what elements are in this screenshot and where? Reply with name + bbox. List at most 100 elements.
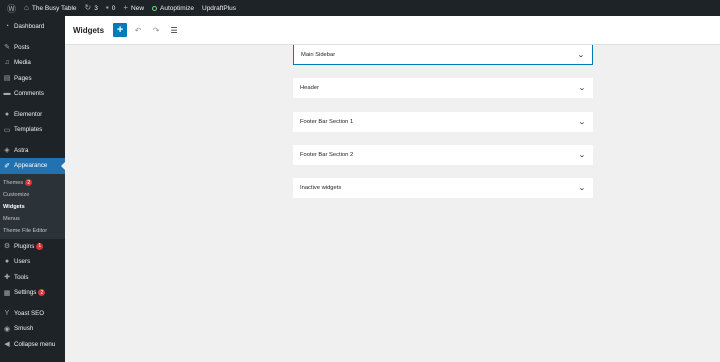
menu-dashboard[interactable]: ◔ Dashboard: [0, 19, 65, 35]
menu-label: Appearance: [14, 162, 48, 170]
widget-area-footer-bar-section-2[interactable]: Footer Bar Section 2 ⌄: [293, 145, 593, 165]
templates-folder-icon: ▭: [3, 126, 11, 134]
widget-area-title: Inactive widgets: [300, 185, 342, 191]
menu-label: Settings: [14, 289, 37, 297]
menu-label: Pages: [14, 74, 32, 82]
widget-area-inactive-widgets[interactable]: Inactive widgets ⌄: [293, 178, 593, 198]
plus-icon: +: [123, 3, 129, 12]
menu-label: Users: [14, 258, 31, 266]
menu-yoast-seo[interactable]: Y Yoast SEO: [0, 306, 65, 322]
updates-count: 3: [94, 4, 98, 12]
widget-area-main-sidebar[interactable]: Main Sidebar ⌄: [293, 45, 593, 65]
update-badge: 2: [38, 289, 46, 297]
widget-area-footer-bar-section-1[interactable]: Footer Bar Section 1 ⌄: [293, 112, 593, 132]
chevron-down-icon[interactable]: ⌄: [578, 118, 586, 126]
submenu-themes[interactable]: Themes 2: [0, 177, 65, 189]
yoast-icon: Y: [4, 309, 10, 317]
comments-link[interactable]: ▪ 0: [102, 0, 119, 16]
menu-label: Media: [14, 59, 31, 67]
chevron-down-icon[interactable]: ⌄: [577, 51, 585, 59]
pages-icon: ▤: [3, 75, 11, 83]
list-view-icon: ☰: [170, 25, 178, 35]
page-title: Widgets: [73, 25, 105, 35]
menu-label: Smush: [14, 325, 34, 333]
appearance-submenu: Themes 2 Customize Widgets Menus Theme F…: [0, 173, 65, 239]
collapse-arrow-icon: ◀: [4, 341, 10, 349]
submenu-customize[interactable]: Customize: [0, 189, 65, 201]
collapse-menu-button[interactable]: ◀ Collapse menu: [0, 337, 65, 353]
menu-label: Dashboard: [14, 23, 45, 31]
undo-button[interactable]: ↶: [131, 23, 145, 37]
widget-area-header[interactable]: Header ⌄: [293, 78, 593, 98]
menu-users[interactable]: ● Users: [0, 254, 65, 270]
menu-plugins[interactable]: ⚙ Plugins 1: [0, 239, 65, 255]
user-icon: ●: [4, 258, 10, 266]
updraftplus-link[interactable]: UpdraftPlus: [198, 0, 240, 16]
astra-icon: ◈: [4, 147, 10, 155]
new-content-link[interactable]: + New: [119, 0, 148, 16]
plugin-icon: ⚙: [3, 243, 11, 251]
autoptimize-link[interactable]: Autoptimize: [148, 0, 198, 16]
chevron-down-icon[interactable]: ⌄: [578, 151, 586, 159]
submenu-label: Customize: [3, 191, 30, 198]
updraftplus-label: UpdraftPlus: [202, 4, 236, 12]
redo-icon: ↷: [152, 25, 160, 35]
widget-area-title: Footer Bar Section 2: [300, 152, 354, 158]
menu-pages[interactable]: ▤ Pages: [0, 71, 65, 87]
menu-tools[interactable]: ✚ Tools: [0, 270, 65, 286]
submenu-theme-file-editor[interactable]: Theme File Editor: [0, 225, 65, 237]
site-name: The Busy Table: [31, 4, 77, 12]
menu-elementor[interactable]: ● Elementor: [0, 107, 65, 123]
menu-appearance[interactable]: ✐ Appearance: [0, 158, 65, 174]
submenu-label: Themes: [3, 179, 24, 186]
menu-comments[interactable]: ▬ Comments: [0, 86, 65, 102]
plus-icon: +: [116, 24, 124, 36]
admin-sidebar: ◔ Dashboard ✎ Posts ♫ Media ▤ Pages ▬ Co…: [0, 16, 65, 362]
menu-label: Yoast SEO: [14, 309, 45, 317]
menu-label: Elementor: [14, 110, 43, 118]
menu-settings[interactable]: ▦ Settings 2: [0, 285, 65, 301]
wrench-icon: ✚: [4, 274, 10, 282]
menu-label: Templates: [14, 126, 43, 134]
menu-label: Posts: [14, 43, 30, 51]
submenu-menus[interactable]: Menus: [0, 213, 65, 225]
chevron-down-icon[interactable]: ⌄: [578, 84, 586, 92]
dashboard-gauge-icon: ◔: [4, 23, 10, 31]
menu-label: Plugins: [14, 242, 35, 250]
add-block-button[interactable]: +: [113, 23, 128, 37]
widget-area-title: Main Sidebar: [301, 51, 336, 58]
wordpress-logo-menu[interactable]: Ⓦ: [3, 0, 20, 16]
submenu-label: Theme File Editor: [3, 227, 48, 234]
menu-smush[interactable]: ◉ Smush: [0, 321, 65, 337]
submenu-label: Widgets: [3, 203, 25, 210]
menu-label: Collapse menu: [14, 340, 56, 348]
menu-astra[interactable]: ◈ Astra: [0, 143, 65, 159]
status-circle-icon: [152, 5, 158, 11]
menu-templates[interactable]: ▭ Templates: [0, 122, 65, 138]
list-view-button[interactable]: ☰: [167, 23, 181, 37]
smush-icon: ◉: [3, 325, 11, 333]
submenu-widgets[interactable]: Widgets: [0, 201, 65, 213]
autoptimize-label: Autoptimize: [160, 4, 194, 12]
chevron-down-icon[interactable]: ⌄: [578, 184, 586, 192]
widgets-editor-header: Widgets + ↶ ↷ ☰: [65, 16, 720, 45]
media-icon: ♫: [4, 59, 10, 67]
menu-label: Astra: [14, 146, 29, 154]
redo-button[interactable]: ↷: [149, 23, 163, 37]
updates-link[interactable]: ↻ 3: [81, 0, 102, 16]
widget-area-title: Header: [300, 85, 320, 91]
updates-icon: ↻: [84, 3, 92, 12]
comments-count: 0: [111, 4, 116, 12]
undo-icon: ↶: [134, 25, 142, 35]
widgets-canvas: Main Sidebar ⌄ Header ⌄ Footer Bar Secti…: [65, 45, 720, 362]
menu-posts[interactable]: ✎ Posts: [0, 40, 65, 56]
widget-area-title: Footer Bar Section 1: [300, 119, 354, 125]
site-name-link[interactable]: ⌂ The Busy Table: [20, 0, 81, 16]
comment-icon: ▬: [3, 90, 11, 98]
submenu-label: Menus: [3, 215, 20, 222]
update-badge: 2: [25, 179, 33, 186]
pin-icon: ✎: [4, 44, 10, 52]
menu-media[interactable]: ♫ Media: [0, 55, 65, 71]
comment-bubble-icon: ▪: [105, 3, 109, 12]
update-badge: 1: [36, 242, 44, 250]
